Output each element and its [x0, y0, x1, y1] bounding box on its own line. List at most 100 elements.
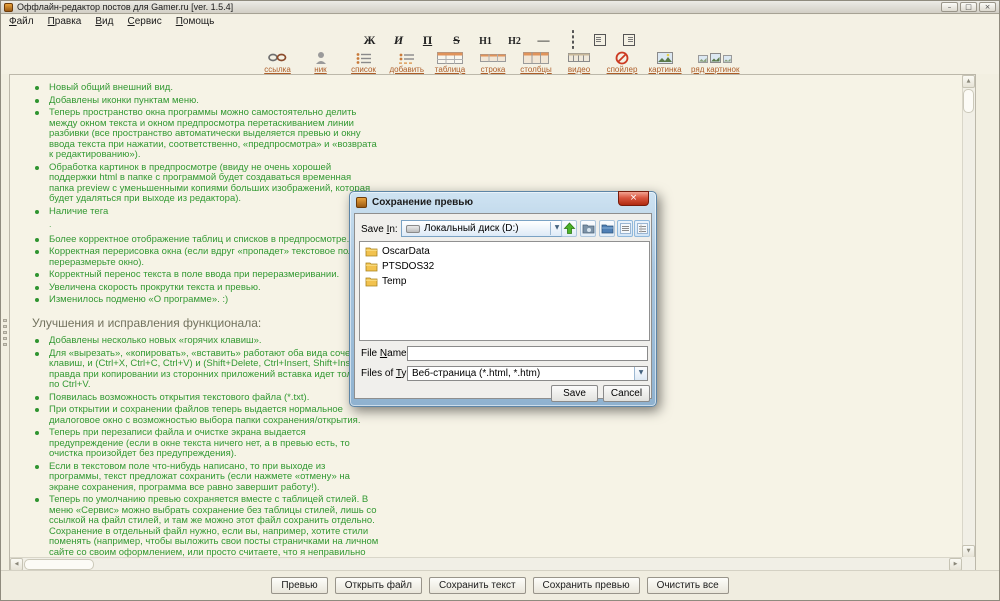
toolbar-label: столбцы: [520, 65, 551, 74]
details-view-icon: [637, 223, 648, 234]
spoiler-icon: [615, 51, 629, 64]
row-button[interactable]: строка: [476, 51, 510, 74]
menu-view[interactable]: Вид: [95, 16, 113, 27]
horizontal-scrollbar[interactable]: ◀ ▶: [10, 557, 962, 570]
bullet-icon: [35, 298, 39, 302]
action-button[interactable]: Открыть файл: [335, 577, 422, 594]
toolbar-label: спойлер: [607, 65, 638, 74]
video-icon: [568, 51, 590, 64]
link-button[interactable]: ссылка: [261, 51, 295, 74]
cancel-button[interactable]: Cancel: [603, 385, 650, 402]
folder-row[interactable]: PTSDOS32: [360, 259, 649, 274]
quote-button[interactable]: [565, 31, 581, 49]
block-right-button[interactable]: [623, 34, 639, 46]
spoiler-button[interactable]: спойлер: [605, 51, 639, 74]
save-in-combo[interactable]: Локальный диск (D:) ▼: [401, 220, 566, 237]
h2-button[interactable]: H2: [507, 31, 523, 49]
folder-list[interactable]: OscarData PTSDOS32 Temp: [359, 241, 650, 341]
details-view-button[interactable]: [634, 220, 650, 237]
insert-toolbar: ссылка ник список добавить таблица строк…: [1, 51, 999, 74]
h1-button[interactable]: H1: [478, 31, 494, 49]
menu-service[interactable]: Сервис: [127, 16, 161, 27]
dialog-close-button[interactable]: ×: [618, 191, 649, 206]
dialog-body: Save In: Локальный диск (D:) ▼: [354, 213, 652, 399]
hr-button[interactable]: —: [536, 31, 552, 49]
columns-button[interactable]: столбцы: [519, 51, 553, 74]
bullet-icon: [35, 250, 39, 254]
bullet-icon: [35, 86, 39, 90]
window-title: Оффлайн-редактор постов для Gamer.ru [ve…: [17, 2, 937, 12]
minimize-button[interactable]: –: [941, 2, 958, 12]
file-name-label: File Name:: [361, 348, 409, 359]
strikethrough-button[interactable]: S: [449, 31, 465, 49]
menu-edit[interactable]: Правка: [48, 16, 82, 27]
bullet-icon: [35, 286, 39, 290]
action-button[interactable]: Сохранить превью: [533, 577, 640, 594]
folder-icon: [365, 276, 378, 287]
save-button[interactable]: Save: [551, 385, 598, 402]
bullet-icon: [35, 352, 39, 356]
close-button[interactable]: ×: [979, 2, 996, 12]
video-button[interactable]: видео: [562, 51, 596, 74]
bold-icon: Ж: [364, 33, 376, 47]
list-item: Теперь пространство окна программы можно…: [32, 108, 379, 161]
action-button[interactable]: Превью: [271, 577, 327, 594]
hr-icon: —: [538, 33, 550, 47]
bullet-icon: [35, 431, 39, 435]
scroll-up-icon[interactable]: ▲: [962, 75, 975, 88]
underline-button[interactable]: П: [420, 31, 436, 49]
bullet-icon: [35, 273, 39, 277]
horizontal-scroll-thumb[interactable]: [24, 559, 94, 570]
toolbar: Ж И П S H1 H2 — ссылка ник список: [1, 28, 999, 74]
table-button[interactable]: таблица: [433, 51, 467, 74]
list-item: Теперь при перезаписи файла и очистке эк…: [32, 428, 379, 460]
toolbar-label: видео: [568, 65, 590, 74]
up-one-level-button[interactable]: [561, 220, 577, 237]
toolbar-label: ник: [314, 65, 326, 74]
action-button[interactable]: Сохранить текст: [429, 577, 526, 594]
underline-icon: П: [423, 33, 432, 47]
bullet-icon: [35, 238, 39, 242]
image-button[interactable]: картинка: [648, 51, 682, 74]
vertical-scroll-thumb[interactable]: [963, 89, 974, 113]
new-folder-icon: [601, 223, 614, 234]
image-row-button[interactable]: ряд картинок: [691, 51, 739, 74]
list-button[interactable]: список: [347, 51, 381, 74]
app-window: Оффлайн-редактор постов для Gamer.ru [ve…: [0, 0, 1000, 601]
splitter-handle[interactable]: [2, 319, 8, 349]
maximize-button[interactable]: □: [960, 2, 977, 12]
block-left-button[interactable]: [594, 34, 610, 46]
toolbar-label: добавить: [390, 65, 425, 74]
dialog-title: Сохранение превью: [372, 197, 473, 208]
title-bar: Оффлайн-редактор постов для Gamer.ru [ve…: [1, 1, 999, 14]
list-view-button[interactable]: [617, 220, 633, 237]
list-item: Корректная перерисовка окна (если вдруг …: [32, 247, 379, 268]
folder-row[interactable]: Temp: [360, 274, 649, 289]
nick-icon: [315, 51, 327, 64]
list-item: Если в текстовом поле что-нибудь написан…: [32, 462, 379, 494]
history-folder-button[interactable]: [580, 220, 596, 237]
quote-icon: [572, 30, 574, 49]
action-button[interactable]: Очистить все: [647, 577, 729, 594]
menu-help[interactable]: Помощь: [176, 16, 215, 27]
nick-button[interactable]: ник: [304, 51, 338, 74]
new-folder-button[interactable]: [599, 220, 615, 237]
add-button[interactable]: добавить: [390, 51, 425, 74]
up-arrow-icon: [563, 222, 576, 235]
files-of-type-combo[interactable]: Веб-страница (*.html, *.htm) ▼: [407, 366, 648, 381]
bullet-icon: [35, 99, 39, 103]
save-in-label: Save In:: [361, 224, 398, 235]
list-item: Обработка картинок в предпросмотре (ввид…: [32, 163, 379, 205]
bold-button[interactable]: Ж: [362, 31, 378, 49]
changes-list-2: Добавлены несколько новых «горячих клави…: [32, 336, 379, 571]
toolbar-label: строка: [481, 65, 506, 74]
italic-button[interactable]: И: [391, 31, 407, 49]
file-name-input[interactable]: [407, 346, 648, 361]
folder-icon: [365, 261, 378, 272]
menu-file[interactable]: Файл: [9, 16, 34, 27]
window-controls: – □ ×: [941, 2, 996, 12]
vertical-scrollbar[interactable]: ▲ ▼: [962, 75, 975, 558]
bullet-icon: [35, 498, 39, 502]
format-toolbar: Ж И П S H1 H2 —: [1, 30, 999, 50]
folder-row[interactable]: OscarData: [360, 244, 649, 259]
